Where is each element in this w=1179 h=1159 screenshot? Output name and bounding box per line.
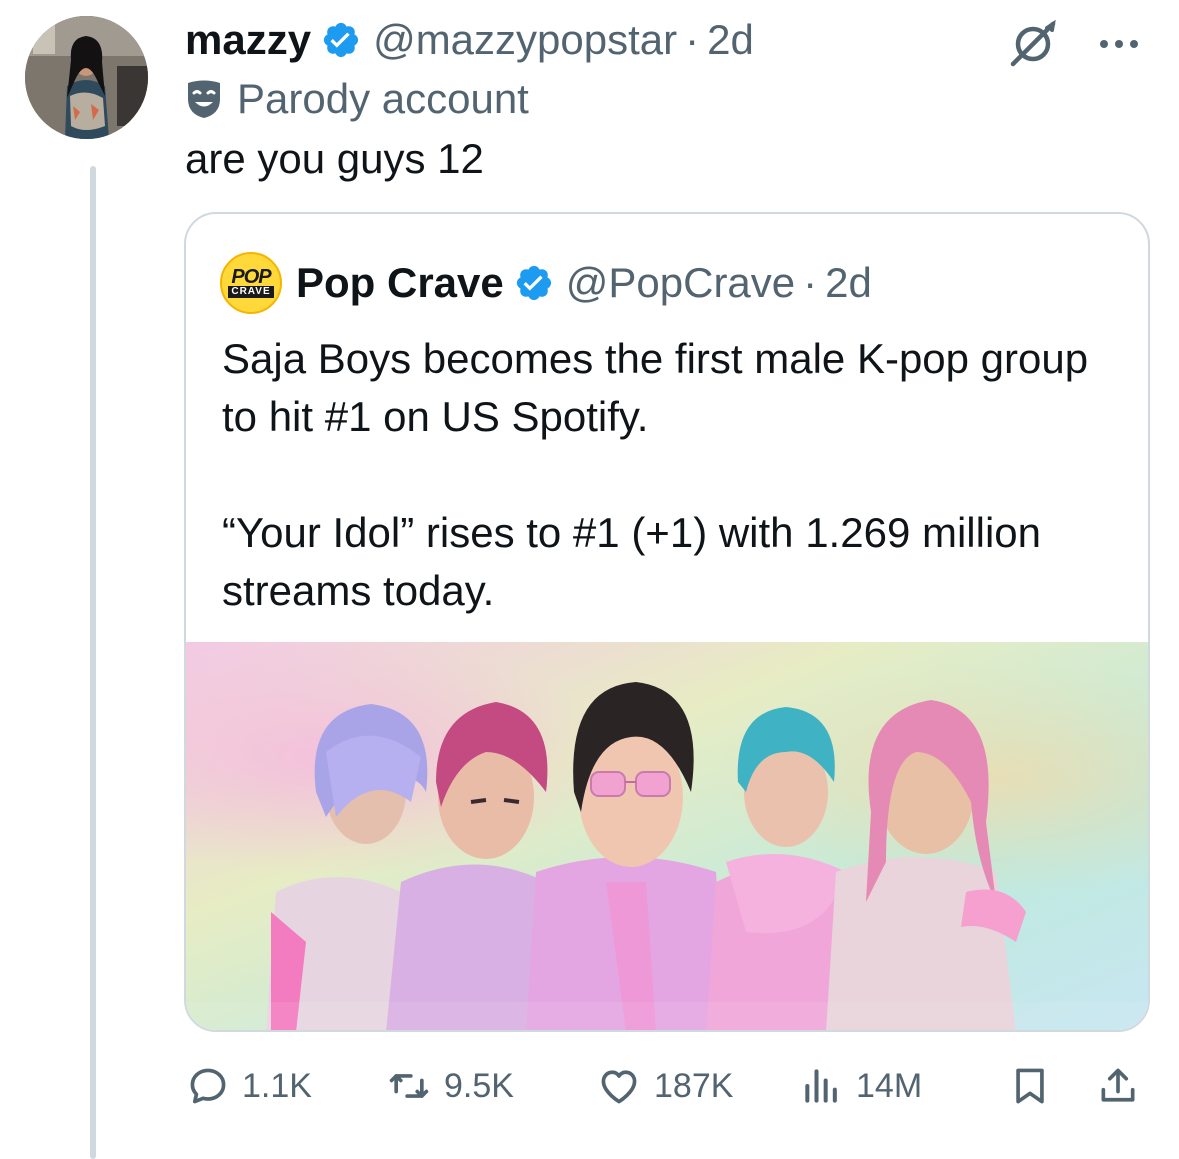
author-display-name[interactable]: mazzy <box>185 16 311 64</box>
repost-count: 9.5K <box>444 1066 514 1105</box>
separator-dot: · <box>685 16 700 63</box>
heart-icon <box>601 1070 637 1104</box>
share-icon <box>1101 1068 1135 1102</box>
views-button[interactable]: 14M <box>800 1058 922 1114</box>
popcrave-logo-bottom: CRAVE <box>228 286 274 298</box>
separator-dot: · <box>803 259 818 306</box>
bookmark-icon <box>1016 1068 1044 1104</box>
bookmark-button[interactable] <box>1008 1058 1064 1114</box>
verified-badge-icon[interactable] <box>321 20 361 60</box>
tweet-actions-bar: 1.1K 9.5K 187K 14M <box>186 1058 1146 1114</box>
quoted-timestamp[interactable]: 2d <box>825 259 872 307</box>
reply-icon <box>190 1068 226 1104</box>
repost-icon <box>389 1074 429 1098</box>
boy-band-illustration-icon <box>186 642 1148 1030</box>
parody-label-text: Parody account <box>237 75 529 122</box>
more-options-icon[interactable] <box>1099 38 1139 50</box>
views-count: 14M <box>856 1066 923 1105</box>
views-chart-icon <box>805 1069 837 1103</box>
like-button[interactable]: 187K <box>596 1058 733 1114</box>
quoted-paragraph-2: “Your Idol” rises to #1 (+1) with 1.269 … <box>222 509 1041 614</box>
quoted-paragraph-1: Saja Boys becomes the first male K-pop g… <box>222 335 1089 440</box>
quoted-media-image[interactable] <box>186 642 1148 1030</box>
author-avatar[interactable] <box>25 16 148 139</box>
popcrave-avatar[interactable]: POP CRAVE <box>220 252 282 314</box>
reply-count: 1.1K <box>242 1066 312 1105</box>
grok-icon[interactable] <box>1007 18 1059 70</box>
avatar-photo-icon <box>25 16 148 139</box>
reply-button[interactable]: 1.1K <box>186 1058 312 1114</box>
repost-button[interactable]: 9.5K <box>386 1058 514 1114</box>
author-handle[interactable]: @mazzypopstar <box>373 16 677 64</box>
quoted-tweet-text: Saja Boys becomes the first male K-pop g… <box>222 330 1122 620</box>
tweet-timestamp[interactable]: 2d <box>707 16 754 64</box>
quoted-handle[interactable]: @PopCrave <box>566 259 795 307</box>
verified-badge-icon[interactable] <box>514 263 554 303</box>
parody-mask-icon <box>188 80 220 118</box>
tweet-text: are you guys 12 <box>185 135 484 182</box>
quoted-tweet-card[interactable]: POP CRAVE Pop Crave @PopCrave · 2d Saja … <box>184 212 1150 1032</box>
quoted-display-name[interactable]: Pop Crave <box>296 259 504 307</box>
like-count: 187K <box>654 1066 734 1105</box>
quoted-tweet-header: POP CRAVE Pop Crave @PopCrave · 2d <box>220 252 872 314</box>
tweet-top-actions <box>1007 18 1139 70</box>
parody-label: Parody account <box>185 72 529 126</box>
tweet-header: mazzy @mazzypopstar · 2d <box>185 12 754 68</box>
popcrave-logo-top: POP <box>231 266 271 288</box>
share-button[interactable] <box>1096 1058 1152 1114</box>
thread-line <box>90 166 96 1159</box>
